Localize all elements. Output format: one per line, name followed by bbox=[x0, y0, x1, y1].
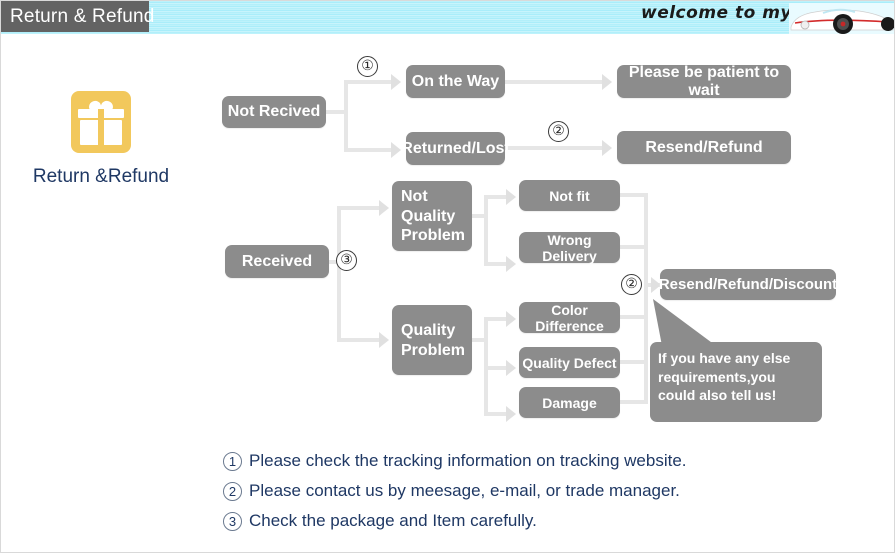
return-refund-infographic: Return & Refund welcome to my shop Retur… bbox=[0, 0, 895, 553]
header-title-label: Return & Refund bbox=[10, 5, 155, 27]
connector-to-on-the-way bbox=[344, 80, 394, 84]
node-color-difference[interactable]: Color Difference bbox=[519, 301, 620, 334]
node-not-received[interactable]: Not Recived bbox=[222, 96, 326, 128]
node-be-patient-label: Please be patient to wait bbox=[628, 63, 780, 99]
marker-1-top-label: ① bbox=[361, 59, 374, 74]
connector-received-spine bbox=[337, 206, 341, 342]
connector-on-the-way-to-wait bbox=[505, 80, 605, 84]
marker-1-top: ① bbox=[357, 56, 378, 77]
node-wrong-delivery-label: Wrong Delivery bbox=[542, 231, 597, 264]
node-quality-defect-label: Quality Defect bbox=[522, 354, 617, 371]
node-not-quality-problem[interactable]: Not Quality Problem bbox=[392, 181, 472, 251]
arrow-to-be-patient bbox=[602, 74, 612, 90]
node-be-patient[interactable]: Please be patient to wait bbox=[617, 63, 791, 99]
marker-2-right: ② bbox=[621, 274, 642, 295]
node-not-fit[interactable]: Not fit bbox=[519, 180, 620, 211]
connector-not-quality-spine bbox=[484, 195, 488, 266]
connector-to-returned-lost bbox=[344, 148, 394, 152]
node-returned-lost[interactable]: Returned/Lost bbox=[401, 132, 510, 165]
node-damage-label: Damage bbox=[542, 394, 597, 411]
marker-3-mid-label: ③ bbox=[340, 253, 353, 268]
arrow-to-quality bbox=[379, 332, 389, 348]
arrow-to-quality-defect bbox=[506, 360, 516, 376]
gift-ribbon bbox=[98, 109, 104, 145]
arrow-to-on-the-way bbox=[391, 74, 401, 90]
node-quality-problem[interactable]: Quality Problem bbox=[392, 305, 472, 375]
legend-text-1: Please check the tracking information on… bbox=[249, 451, 687, 470]
legend-number-1: 1 bbox=[223, 451, 242, 471]
node-received-label: Received bbox=[241, 252, 313, 270]
sports-car-image bbox=[789, 3, 894, 34]
legend-text-2: Please contact us by meesage, e-mail, or… bbox=[249, 481, 680, 500]
legend-number-2: 2 bbox=[223, 481, 242, 501]
arrow-to-not-quality bbox=[379, 200, 389, 216]
node-received[interactable]: Received bbox=[225, 245, 329, 278]
arrow-to-color-difference bbox=[506, 311, 516, 327]
connector-to-not-fit bbox=[484, 195, 508, 199]
badge-label: Return &Refund bbox=[32, 166, 170, 187]
header-title-tab: Return & Refund bbox=[1, 1, 154, 32]
connector-to-wrong-delivery bbox=[484, 262, 508, 266]
callout-text: If you have any else requirements,you co… bbox=[658, 350, 791, 404]
marker-2-top: ② bbox=[548, 121, 569, 142]
node-quality-problem-label: Quality Problem bbox=[401, 322, 466, 359]
node-not-fit-label: Not fit bbox=[549, 187, 590, 204]
connector-returned-to-resend bbox=[505, 146, 605, 150]
node-resend-refund[interactable]: Resend/Refund bbox=[617, 131, 791, 164]
legend-number-3: 3 bbox=[223, 511, 242, 531]
marker-3-mid: ③ bbox=[336, 250, 357, 271]
connector-to-quality-defect bbox=[484, 366, 508, 370]
connector-to-quality bbox=[337, 338, 381, 342]
arrow-to-not-fit bbox=[506, 189, 516, 205]
gift-box-icon bbox=[71, 91, 131, 153]
connector-to-damage bbox=[484, 412, 508, 416]
node-on-the-way-label: On the Way bbox=[411, 72, 500, 90]
connector-to-color-difference bbox=[484, 317, 508, 321]
return-refund-badge: Return &Refund bbox=[26, 91, 176, 188]
arrow-to-returned-lost bbox=[391, 142, 401, 158]
arrow-to-wrong-delivery bbox=[506, 256, 516, 272]
node-resend-refund-label: Resend/Refund bbox=[645, 138, 763, 156]
connector-not-received-spine bbox=[344, 80, 348, 152]
marker-2-top-label: ② bbox=[552, 124, 565, 139]
node-wrong-delivery[interactable]: Wrong Delivery bbox=[519, 231, 620, 264]
marker-2-right-label: ② bbox=[625, 277, 638, 292]
connector-to-not-quality bbox=[337, 206, 381, 210]
arrow-to-resend-refund bbox=[602, 140, 612, 156]
node-not-received-label: Not Recived bbox=[227, 103, 321, 120]
node-color-difference-label: Color Difference bbox=[535, 301, 604, 334]
node-not-quality-problem-label: Not Quality Problem bbox=[401, 188, 466, 245]
node-on-the-way[interactable]: On the Way bbox=[406, 65, 505, 98]
node-quality-defect[interactable]: Quality Defect bbox=[519, 347, 620, 378]
node-resend-refund-discount-label: Resend/Refund/Discount bbox=[658, 276, 838, 293]
legend-text-3: Check the package and Item carefully. bbox=[249, 511, 537, 530]
merge-spine bbox=[644, 193, 648, 404]
node-resend-refund-discount[interactable]: Resend/Refund/Discount bbox=[658, 269, 838, 300]
node-damage[interactable]: Damage bbox=[519, 387, 620, 418]
legend-item-3: 3 Check the package and Item carefully. bbox=[223, 506, 687, 536]
arrow-to-damage bbox=[506, 406, 516, 422]
legend: 1 Please check the tracking information … bbox=[223, 446, 687, 536]
node-returned-lost-label: Returned/Lost bbox=[401, 139, 510, 157]
callout-bubble: If you have any else requirements,you co… bbox=[650, 342, 822, 422]
legend-item-1: 1 Please check the tracking information … bbox=[223, 446, 687, 476]
legend-item-2: 2 Please contact us by meesage, e-mail, … bbox=[223, 476, 687, 506]
